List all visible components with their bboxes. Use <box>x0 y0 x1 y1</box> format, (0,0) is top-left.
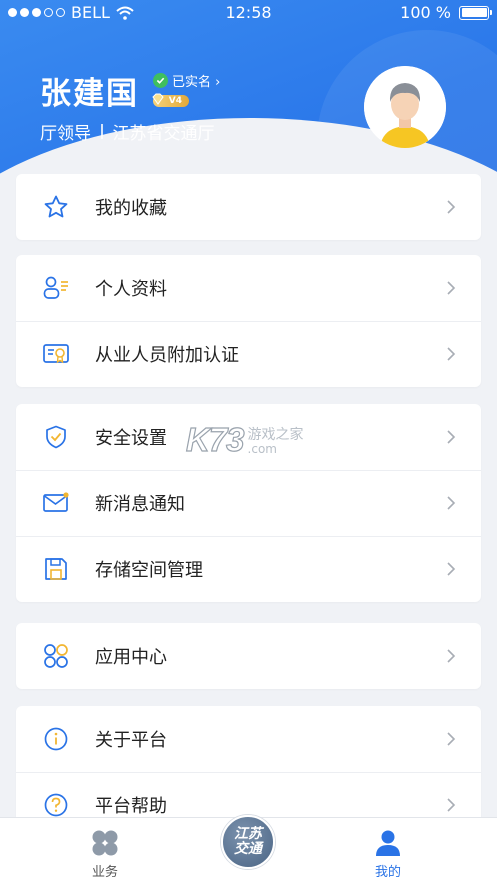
menu-label: 安全设置 <box>95 428 167 449</box>
battery-icon <box>459 5 492 20</box>
menu-item-personal-info[interactable]: 个人资料 <box>16 255 481 321</box>
save-disk-icon <box>42 555 70 583</box>
menu-item-practitioner-auth[interactable]: 从业人员附加认证 <box>16 321 481 387</box>
vip-level: V4 <box>168 96 182 106</box>
chevron-right-icon <box>447 200 456 214</box>
chevron-right-icon <box>447 347 456 361</box>
jiangsu-traffic-logo[interactable]: 江苏 交通 <box>221 815 275 869</box>
profile-card: 个人资料 从业人员附加认证 <box>16 255 481 387</box>
chevron-right-icon <box>447 798 456 812</box>
divider <box>101 124 103 139</box>
menu-item-about[interactable]: 关于平台 <box>16 706 481 772</box>
verified-badge[interactable]: 已实名 › <box>153 71 220 90</box>
user-organization: 江苏省交通厅 <box>112 124 215 144</box>
chevron-right-icon <box>447 496 456 510</box>
apps-card: 应用中心 <box>16 623 481 689</box>
diamond-icon <box>152 93 164 105</box>
chevron-right-icon <box>447 281 456 295</box>
menu-item-notifications[interactable]: 新消息通知 <box>16 470 481 536</box>
business-grid-icon <box>92 830 118 856</box>
menu-label: 存储空间管理 <box>95 560 203 581</box>
favorites-card: 我的收藏 <box>16 174 481 240</box>
user-icon <box>376 830 400 856</box>
avatar[interactable] <box>364 66 446 148</box>
tab-label: 业务 <box>91 865 118 880</box>
menu-label: 新消息通知 <box>95 494 185 515</box>
battery-percent: 100 % <box>400 3 451 22</box>
shield-icon <box>42 423 70 451</box>
menu-item-security[interactable]: 安全设置 <box>16 404 481 470</box>
settings-card: 安全设置 新消息通知 存储空间管理 <box>16 404 481 602</box>
chevron-right-icon <box>447 732 456 746</box>
menu-item-favorites[interactable]: 我的收藏 <box>16 174 481 240</box>
certificate-icon <box>42 340 70 368</box>
menu-item-app-center[interactable]: 应用中心 <box>16 623 481 689</box>
info-icon <box>42 725 70 753</box>
menu-label: 从业人员附加认证 <box>95 345 239 366</box>
logo-text-line2: 交通 <box>234 841 262 857</box>
menu-label: 个人资料 <box>95 279 167 300</box>
vip-badge: V4 <box>152 93 189 107</box>
tab-mine[interactable]: 我的 <box>328 818 448 883</box>
chevron-right-icon <box>447 649 456 663</box>
tab-business[interactable]: 业务 <box>45 818 165 883</box>
help-icon <box>42 791 70 819</box>
user-role: 厅领导 <box>40 124 91 144</box>
menu-label: 我的收藏 <box>95 198 167 219</box>
tab-label: 我的 <box>374 865 401 880</box>
check-icon <box>153 73 168 88</box>
user-role-line: 厅领导 江苏省交通厅 <box>40 119 215 144</box>
star-icon <box>42 193 70 221</box>
user-profile-icon <box>42 274 70 302</box>
user-name: 张建国 <box>40 76 139 112</box>
menu-label: 平台帮助 <box>95 796 167 817</box>
app-grid-icon <box>42 642 70 670</box>
mail-icon <box>42 489 70 517</box>
status-bar: BELL 12:58 100 % <box>0 0 497 26</box>
menu-label: 关于平台 <box>95 730 167 751</box>
verified-label: 已实名 › <box>172 75 221 90</box>
menu-label: 应用中心 <box>95 647 167 668</box>
logo-text-line1: 江苏 <box>234 826 262 842</box>
menu-item-storage[interactable]: 存储空间管理 <box>16 536 481 602</box>
chevron-right-icon <box>447 430 456 444</box>
chevron-right-icon <box>447 562 456 576</box>
